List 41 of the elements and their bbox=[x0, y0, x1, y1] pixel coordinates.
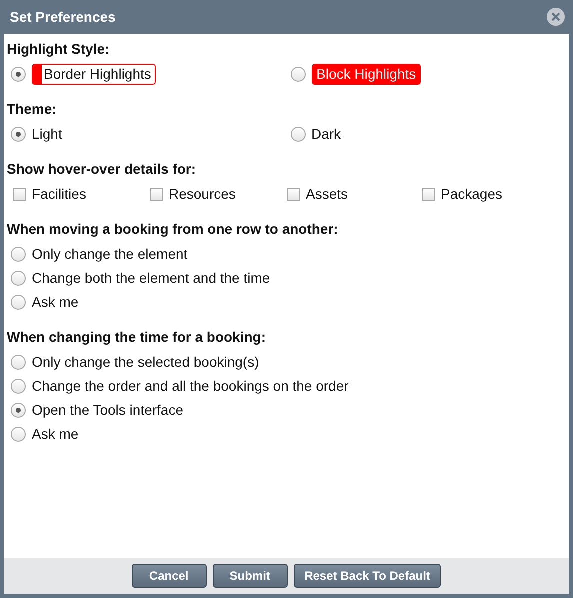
option-label: Only change the selected booking(s) bbox=[32, 352, 260, 372]
section-heading: When moving a booking from one row to another: bbox=[7, 220, 340, 239]
radio-button[interactable] bbox=[11, 126, 26, 142]
option-label: Border Highlights bbox=[32, 64, 156, 84]
option-label: Change the order and all the bookings on the order bbox=[32, 376, 349, 396]
option-label: Assets bbox=[306, 184, 348, 204]
radio-button[interactable] bbox=[11, 246, 26, 262]
option-label: Light bbox=[32, 124, 62, 144]
option-label: Change both the element and the time bbox=[32, 268, 270, 288]
section-heading: When changing the time for a booking: bbox=[7, 328, 267, 347]
radio-button[interactable] bbox=[11, 354, 26, 370]
checkbox[interactable] bbox=[13, 188, 26, 200]
radio-button[interactable] bbox=[11, 294, 26, 310]
option-label: Dark bbox=[312, 124, 342, 144]
option-label: Facilities bbox=[32, 184, 86, 204]
close-icon bbox=[551, 12, 561, 22]
radio-button[interactable] bbox=[11, 270, 26, 286]
radio-button[interactable] bbox=[290, 126, 306, 142]
section-heading: Highlight Style: bbox=[7, 40, 111, 59]
close-button[interactable] bbox=[547, 8, 565, 26]
option-label: Ask me bbox=[32, 292, 79, 312]
dialog-button[interactable]: Cancel bbox=[132, 564, 207, 588]
option-label: Packages bbox=[441, 184, 502, 204]
option-label: Ask me bbox=[32, 424, 79, 444]
radio-button[interactable] bbox=[11, 426, 26, 442]
checkbox[interactable] bbox=[287, 188, 300, 200]
dialog-button[interactable]: Submit bbox=[212, 564, 288, 588]
section-heading: Show hover-over details for: bbox=[7, 160, 198, 178]
option-label: Only change the element bbox=[32, 244, 188, 264]
radio-button[interactable] bbox=[11, 378, 26, 394]
dialog-button[interactable]: Reset Back To Default bbox=[294, 564, 442, 588]
option-label: Resources bbox=[169, 184, 236, 204]
checkbox[interactable] bbox=[150, 188, 163, 200]
checkbox[interactable] bbox=[422, 188, 435, 200]
section-heading: Theme: bbox=[7, 100, 58, 118]
radio-button[interactable] bbox=[290, 66, 306, 82]
radio-button[interactable] bbox=[11, 66, 26, 82]
window-title: Set Preferences bbox=[9, 8, 116, 26]
option-label: Block Highlights bbox=[312, 64, 422, 84]
option-label: Open the Tools interface bbox=[32, 400, 184, 420]
radio-button[interactable] bbox=[11, 402, 26, 418]
